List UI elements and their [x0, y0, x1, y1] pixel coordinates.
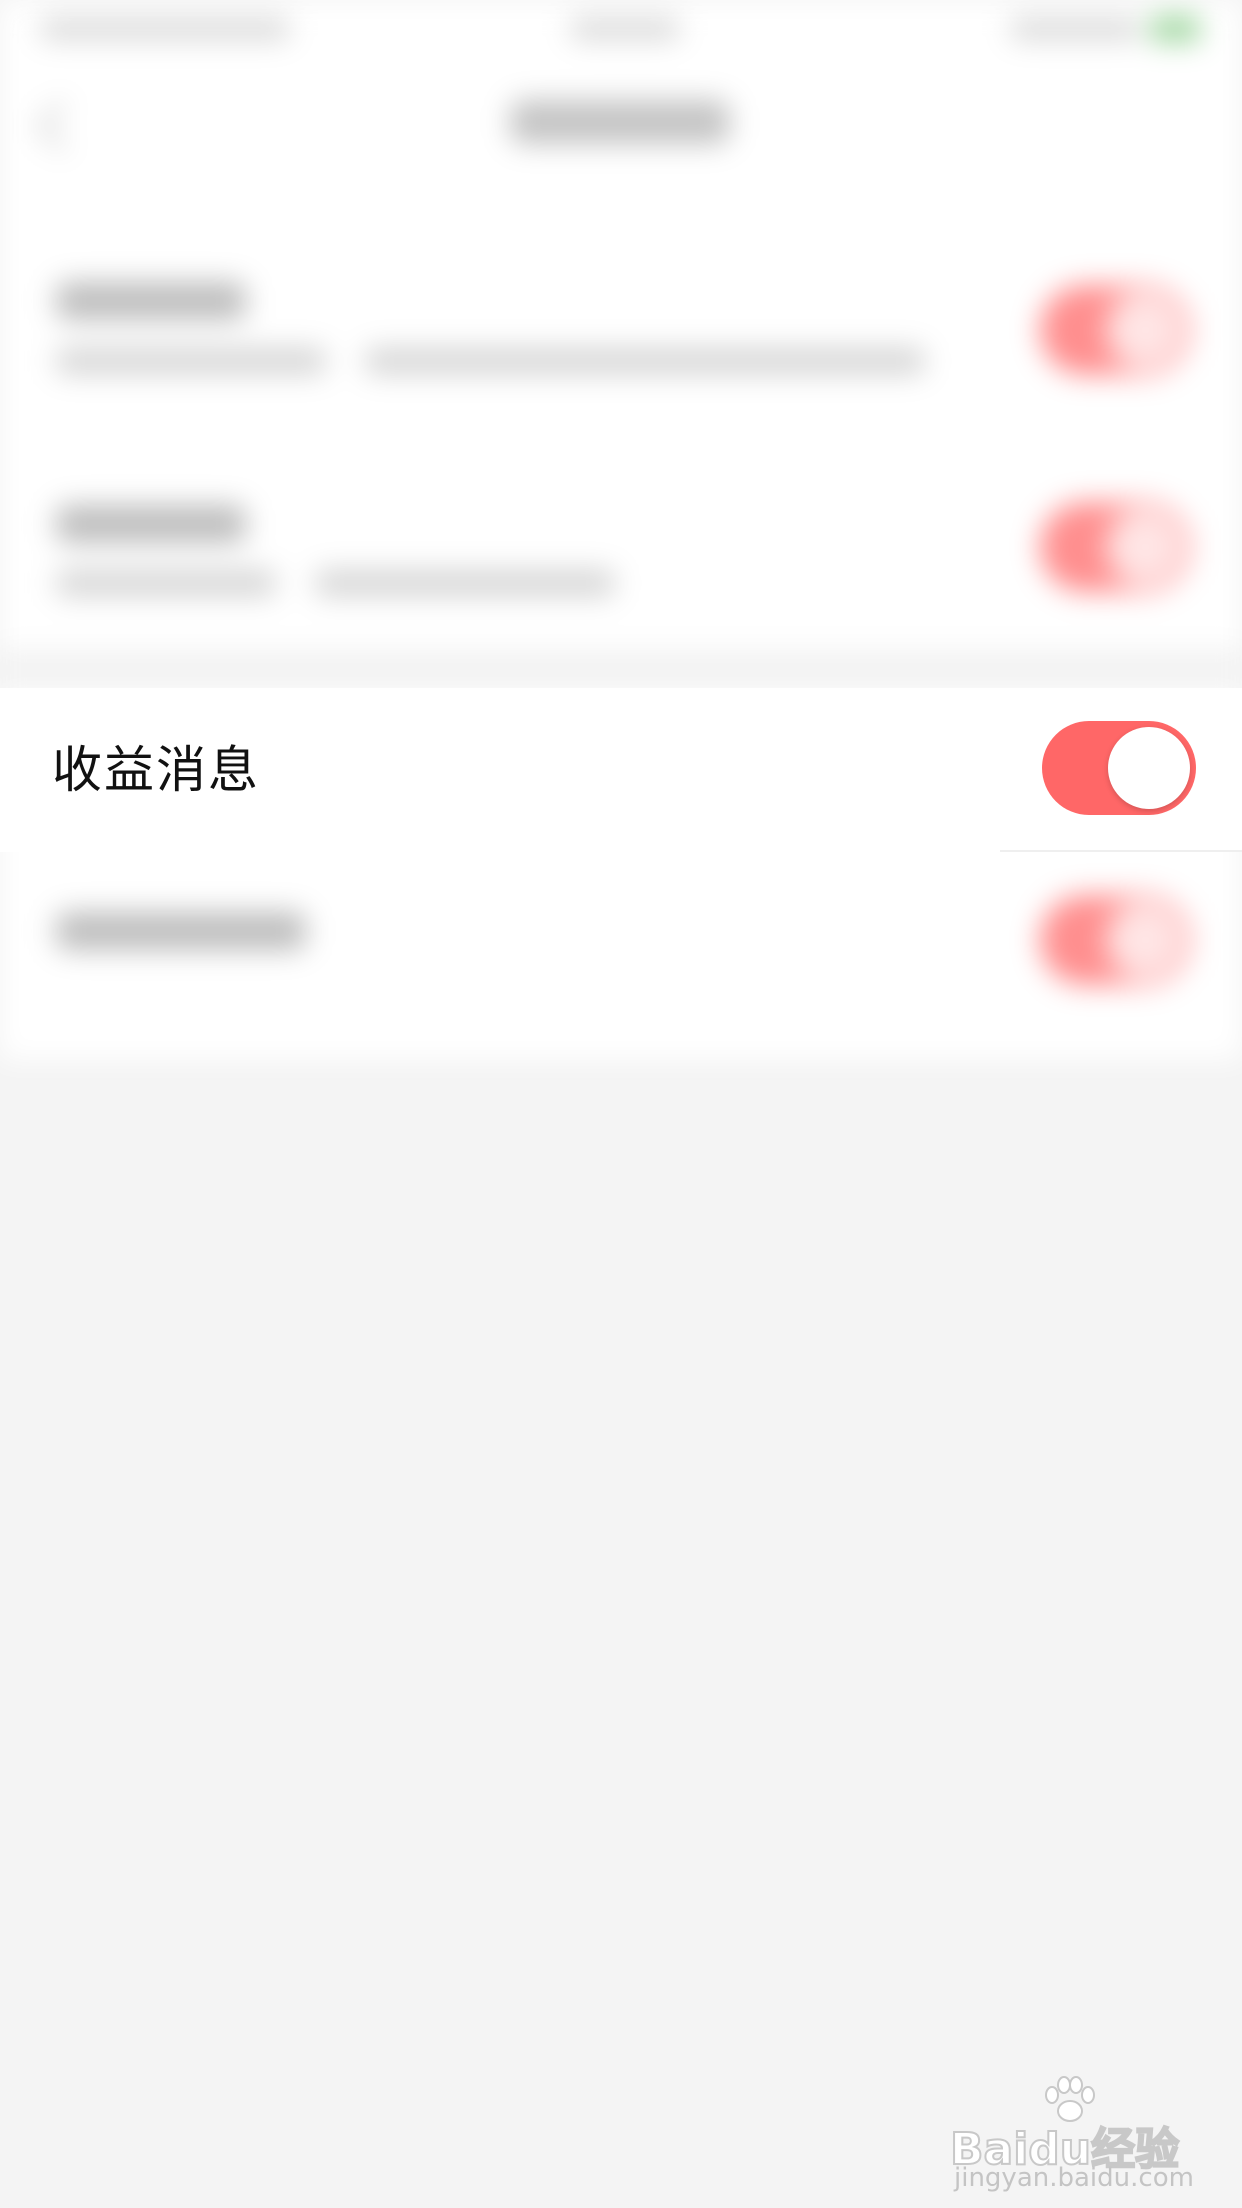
settings-screen: 收益消息 Baidu经验 jingyan.baidu.com — [0, 0, 1242, 2208]
baidu-watermark: Baidu经验 jingyan.baidu.com — [949, 2075, 1200, 2193]
settings-row-blurred-3 — [0, 860, 1242, 1020]
section-divider — [0, 650, 1242, 690]
clock — [570, 18, 680, 40]
row-desc-blurred — [56, 348, 326, 374]
toggle-blurred[interactable] — [1040, 502, 1190, 592]
blurred-background — [0, 0, 1242, 1060]
row-desc-blurred — [315, 570, 615, 596]
settings-row-earnings-message: 收益消息 — [0, 688, 1242, 852]
earnings-message-label: 收益消息 — [52, 741, 260, 799]
row-desc-blurred — [56, 570, 276, 596]
toggle-blurred[interactable] — [1040, 895, 1190, 985]
row-title-blurred — [56, 282, 246, 320]
nav-bar — [0, 60, 1242, 190]
earnings-message-toggle[interactable] — [1042, 721, 1196, 815]
watermark-url: jingyan.baidu.com — [954, 2163, 1194, 2193]
page-title — [510, 100, 730, 144]
status-bar — [0, 0, 1242, 60]
settings-row-blurred-2 — [0, 450, 1242, 650]
back-chevron-icon[interactable] — [36, 100, 88, 152]
carrier-signal — [40, 18, 290, 40]
row-title-blurred — [56, 912, 306, 950]
settings-row-blurred-1 — [0, 230, 1242, 430]
toggle-knob — [1108, 727, 1190, 809]
row-title-blurred — [56, 505, 246, 543]
status-icons — [1010, 18, 1140, 40]
toggle-blurred[interactable] — [1040, 285, 1190, 375]
row-desc-blurred — [365, 348, 925, 374]
row-divider — [1000, 850, 1242, 852]
battery-icon — [1150, 16, 1200, 42]
